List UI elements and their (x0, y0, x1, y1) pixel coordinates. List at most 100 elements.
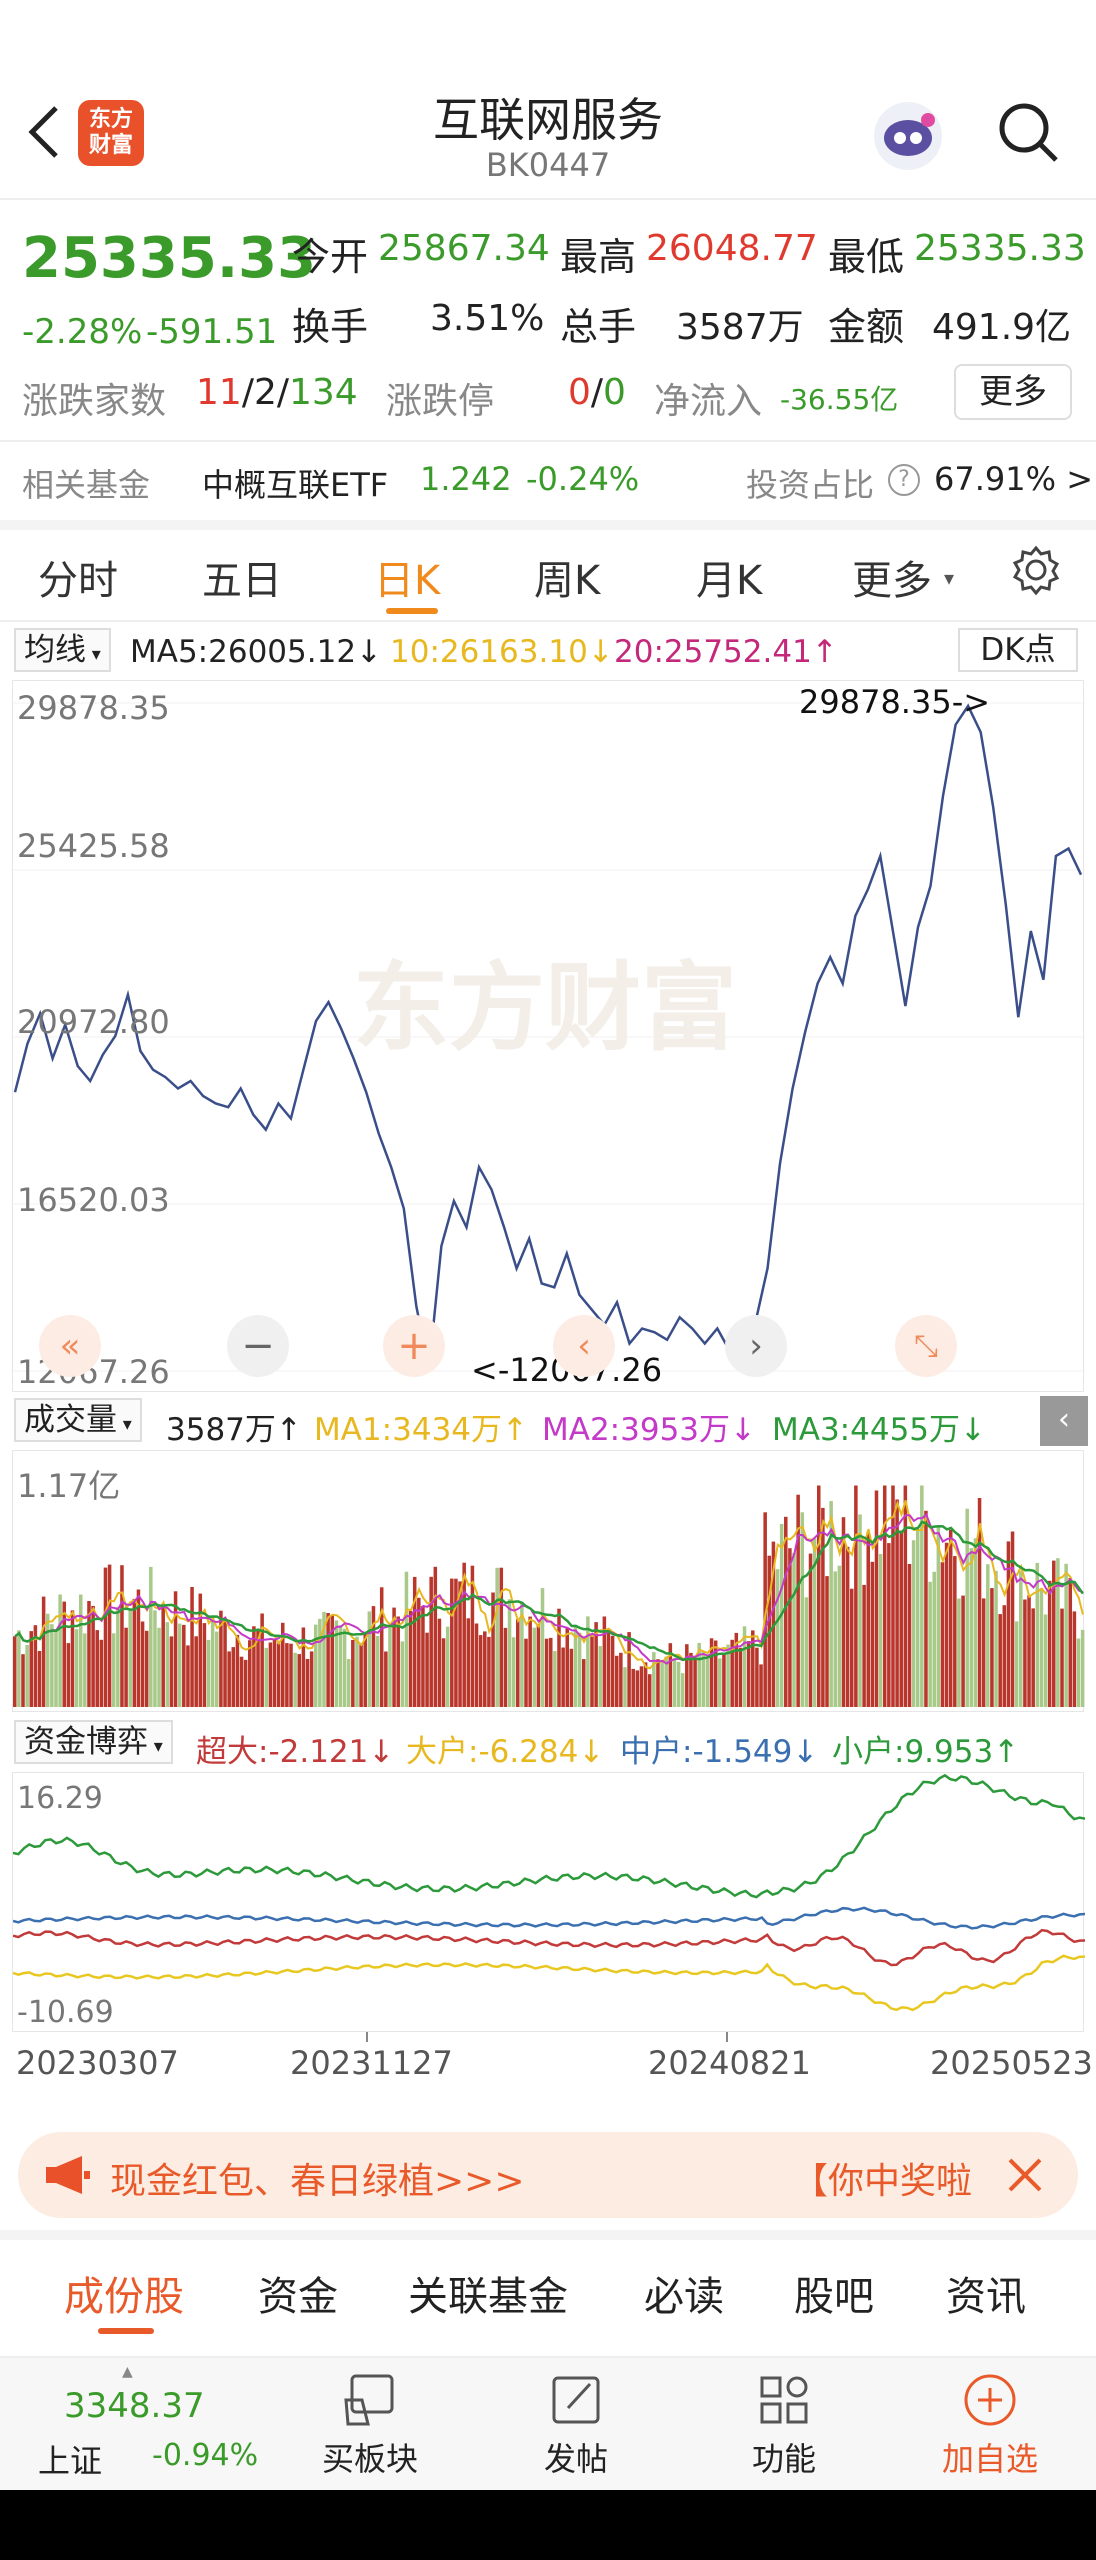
volume-bar (351, 1640, 355, 1707)
volume-chart[interactable]: 1.17亿 (12, 1450, 1085, 1712)
settings-gear-icon[interactable] (1010, 544, 1062, 596)
volume-max-label: 1.17亿 (17, 1467, 121, 1505)
volume-bar (37, 1651, 42, 1707)
updown-label: 涨跌家数 (22, 381, 167, 422)
volume-bar (911, 1540, 916, 1707)
volume-bar (503, 1627, 508, 1707)
volume-bar (882, 1485, 887, 1707)
search-icon[interactable] (996, 100, 1060, 164)
volume-bar (903, 1485, 908, 1707)
volume-bar (128, 1609, 132, 1707)
scroll-left-fast-icon[interactable]: « (39, 1315, 101, 1377)
collapse-panel-icon[interactable]: ‹ (1040, 1396, 1088, 1446)
volume-bar (1039, 1588, 1044, 1707)
price-line-chart: 东方财富 (13, 702, 1085, 1372)
volume-bar (990, 1588, 994, 1707)
close-icon[interactable] (1004, 2154, 1046, 2196)
fund-name[interactable]: 中概互联ETF (202, 460, 388, 506)
zoom-out-icon[interactable]: − (227, 1315, 289, 1377)
volume-bar (384, 1651, 388, 1707)
ma-selector[interactable]: 均线 ▾ (14, 628, 111, 672)
index-widget[interactable]: ▲ 3348.37 上证 -0.94% (0, 2358, 260, 2492)
megaphone-icon (44, 2154, 92, 2196)
volume-bar (29, 1631, 34, 1707)
volume-bar (140, 1621, 145, 1707)
tab-daily-k[interactable]: 日K (374, 548, 440, 606)
open-label: 今开 (292, 235, 369, 279)
volume-bar (445, 1626, 450, 1707)
volume-bar (478, 1635, 483, 1707)
volume-bar (487, 1636, 491, 1707)
promo-banner[interactable]: 现金红包、春日绿植>>> 【你中奖啦 (18, 2132, 1078, 2218)
functions-button[interactable]: 功能 (694, 2370, 874, 2488)
related-fund-row[interactable]: 相关基金 中概互联ETF 1.242 -0.24% 投资占比 ? 67.91% … (0, 440, 1096, 520)
volume-selector[interactable]: 成交量 ▾ (14, 1398, 142, 1442)
volume-bar (944, 1542, 949, 1707)
volume-bar (994, 1570, 998, 1707)
volume-bar (631, 1668, 635, 1707)
tab-five-day[interactable]: 五日 (202, 548, 282, 606)
volume-bar (915, 1530, 920, 1707)
sub-tab-funds[interactable]: 资金 (258, 2264, 338, 2322)
max-annotation: 29878.35-> (799, 683, 991, 721)
volume-bar (293, 1652, 297, 1707)
scroll-left-icon[interactable]: ‹ (553, 1315, 615, 1377)
tab-more[interactable]: 更多 (852, 548, 932, 606)
volume-bar (932, 1571, 936, 1707)
volume-bar (305, 1659, 310, 1707)
buy-block-button[interactable]: 买板块 (280, 2370, 460, 2488)
add-watchlist-button[interactable]: 加自选 (900, 2370, 1080, 2488)
limit-label: 涨跌停 (386, 381, 495, 422)
volume-bar (103, 1567, 108, 1707)
volume-bar (268, 1642, 273, 1707)
volume-bar (759, 1664, 763, 1707)
volume-bar (483, 1631, 487, 1707)
tab-monthly-k[interactable]: 月K (696, 548, 762, 606)
more-button[interactable]: 更多 (954, 364, 1072, 420)
fullscreen-icon[interactable]: ⤡ (895, 1315, 957, 1377)
sub-tab-constituents[interactable]: 成份股 (64, 2264, 184, 2322)
scroll-right-icon[interactable]: › (725, 1315, 787, 1377)
flow-chart[interactable]: 16.29 -10.69 (12, 1772, 1085, 2032)
volume-bar (165, 1622, 170, 1707)
volume-bar (553, 1651, 557, 1707)
amount-label: 金额 (828, 305, 905, 349)
volume-bar (647, 1674, 652, 1707)
zoom-in-icon[interactable]: + (383, 1315, 445, 1377)
tab-weekly-k[interactable]: 周K (534, 548, 600, 606)
volume-bar (1006, 1541, 1011, 1707)
volume-bar (1072, 1611, 1077, 1707)
limit-up: 0 (568, 372, 591, 413)
tab-intraday[interactable]: 分时 (38, 548, 118, 606)
sub-tab-forum[interactable]: 股吧 (794, 2264, 874, 2322)
volume-bar (132, 1598, 137, 1707)
volume-bar (561, 1647, 565, 1707)
robot-avatar[interactable] (868, 96, 948, 176)
dk-point-button[interactable]: DK点 (958, 628, 1078, 672)
sub-tab-must-read[interactable]: 必读 (644, 2264, 724, 2322)
sub-tab-related-funds[interactable]: 关联基金 (408, 2264, 568, 2322)
volume-bar (833, 1571, 838, 1707)
volume-bar (738, 1647, 743, 1707)
sub-tab-news[interactable]: 资讯 (946, 2264, 1026, 2322)
volume-bar (210, 1617, 215, 1707)
volume-bar (965, 1508, 969, 1707)
price-label-3: 20972.80 (17, 1003, 170, 1041)
price-label-4: 16520.03 (17, 1181, 170, 1219)
price-chart[interactable]: 东方财富 29878.35 25425.58 20972.80 16520.03… (12, 680, 1085, 1392)
volume-bar (565, 1627, 570, 1707)
volume-bar (804, 1597, 809, 1707)
volume-bar (540, 1588, 545, 1707)
limit-down: 0 (603, 372, 626, 413)
volume-bar (507, 1599, 512, 1707)
volume-bar (95, 1630, 99, 1707)
volume-bar (491, 1592, 495, 1707)
volume-bar (396, 1616, 400, 1707)
flow-selector[interactable]: 资金博弈 ▾ (14, 1720, 173, 1764)
flat-count: 2 (253, 372, 277, 413)
help-icon[interactable]: ? (888, 464, 920, 496)
volume-bar (549, 1637, 553, 1707)
volume-bar (961, 1595, 965, 1707)
post-button[interactable]: 发帖 (486, 2370, 666, 2488)
bottom-bar: ▲ 3348.37 上证 -0.94% 买板块 发帖 功能 加自选 (0, 2356, 1096, 2490)
